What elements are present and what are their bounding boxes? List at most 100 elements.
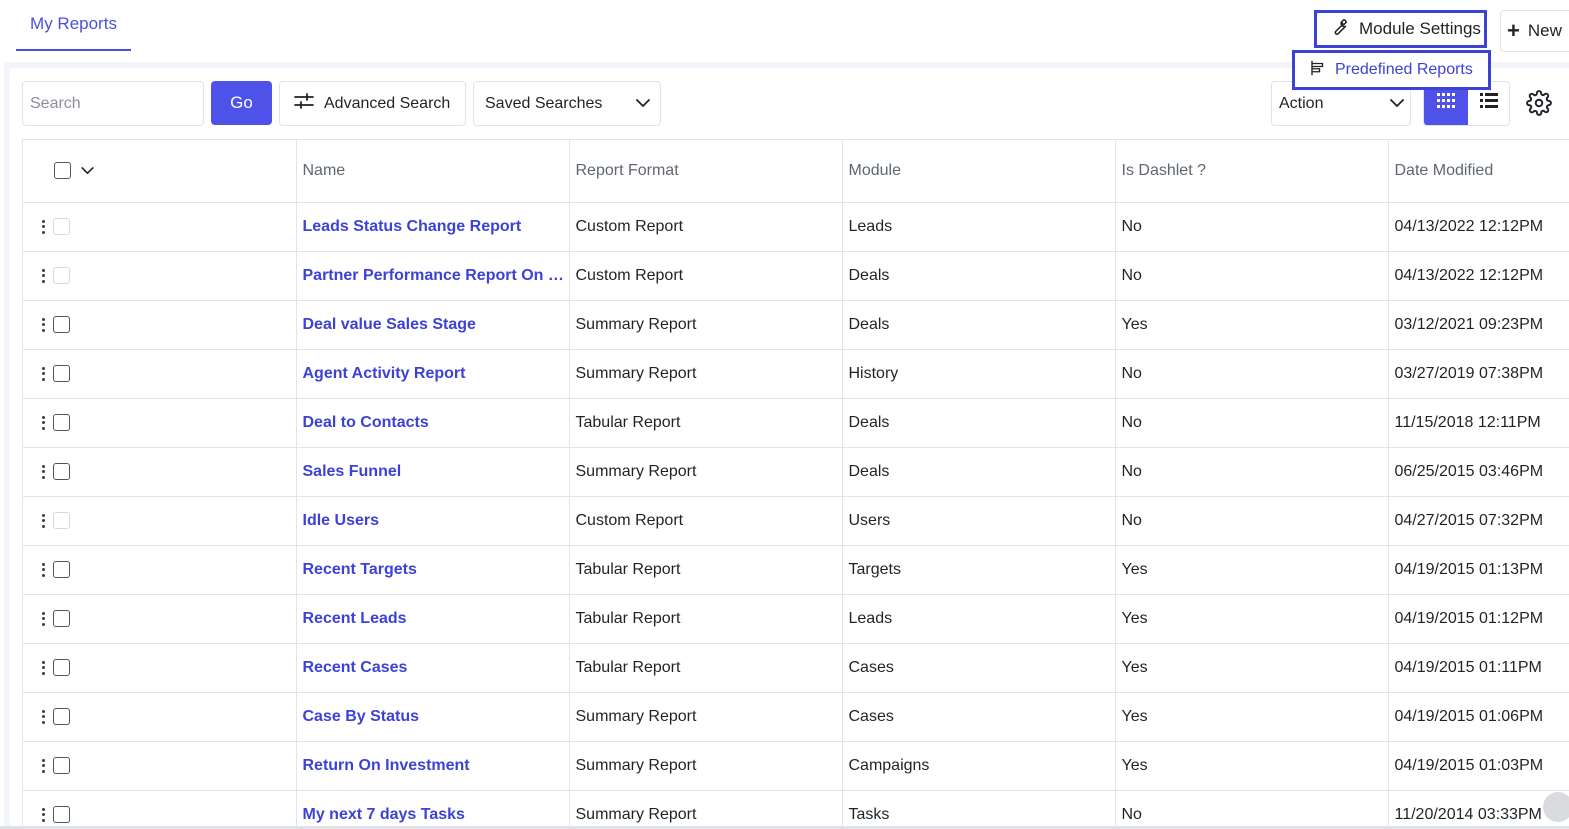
report-name-text[interactable]: My next 7 days Tasks bbox=[303, 806, 465, 823]
report-name-text[interactable]: Deal value Sales Stage bbox=[303, 316, 476, 333]
module-cell: Cases bbox=[842, 643, 1116, 693]
report-name-text[interactable]: Agent Activity Report bbox=[303, 365, 466, 382]
kebab-menu-icon[interactable] bbox=[39, 415, 47, 431]
row-checkbox[interactable] bbox=[53, 806, 70, 823]
report-name-link[interactable]: Deal to Contacts bbox=[296, 398, 570, 448]
kebab-menu-icon[interactable] bbox=[39, 758, 47, 774]
report-name-link[interactable]: Sales Funnel bbox=[296, 447, 570, 497]
column-header-is-dashlet[interactable]: Is Dashlet ? bbox=[1115, 140, 1389, 203]
row-checkbox[interactable] bbox=[53, 561, 70, 578]
kebab-menu-icon[interactable] bbox=[39, 366, 47, 382]
row-checkbox[interactable] bbox=[53, 316, 70, 333]
module-cell: Deals bbox=[842, 398, 1116, 448]
report-format-cell: Summary Report bbox=[569, 790, 843, 829]
report-name-link[interactable]: Recent Leads bbox=[296, 594, 570, 644]
module-settings-button[interactable]: Module Settings bbox=[1314, 10, 1487, 48]
report-format-cell: Summary Report bbox=[569, 692, 843, 742]
report-name-text[interactable]: Deal to Contacts bbox=[303, 414, 429, 431]
report-name-link[interactable]: Leads Status Change Report bbox=[296, 202, 570, 252]
row-checkbox bbox=[53, 267, 70, 284]
go-button[interactable]: Go bbox=[211, 81, 272, 125]
column-header-report-format[interactable]: Report Format bbox=[569, 140, 843, 203]
select-all-checkbox[interactable] bbox=[54, 162, 71, 180]
module-cell: Campaigns bbox=[842, 741, 1116, 791]
row-select-cell bbox=[23, 300, 297, 350]
sliders-icon bbox=[294, 92, 314, 115]
table-row[interactable]: Recent Targets Tabular Report Targets Ye… bbox=[23, 545, 1569, 595]
kebab-menu-icon[interactable] bbox=[39, 611, 47, 627]
is-dashlet-cell: No bbox=[1115, 398, 1389, 448]
report-format-cell: Tabular Report bbox=[569, 594, 843, 644]
report-name-link[interactable]: My next 7 days Tasks bbox=[296, 790, 570, 829]
search-input[interactable] bbox=[22, 81, 204, 126]
date-modified-cell: 04/13/2022 12:12PM bbox=[1388, 202, 1569, 252]
row-checkbox[interactable] bbox=[53, 463, 70, 480]
kebab-menu-icon[interactable] bbox=[39, 660, 47, 676]
column-header-name[interactable]: Name bbox=[296, 140, 570, 203]
table-row[interactable]: Return On Investment Summary Report Camp… bbox=[23, 741, 1569, 791]
advanced-search-button[interactable]: Advanced Search bbox=[279, 81, 466, 126]
table-row[interactable]: Leads Status Change Report Custom Report… bbox=[23, 202, 1569, 252]
table-row[interactable]: Case By Status Summary Report Cases Yes … bbox=[23, 692, 1569, 742]
report-name-link[interactable]: Return On Investment bbox=[296, 741, 570, 791]
column-header-module[interactable]: Module bbox=[842, 140, 1116, 203]
report-name-link[interactable]: Recent Cases bbox=[296, 643, 570, 693]
report-name-text[interactable]: Return On Investment bbox=[303, 757, 470, 774]
predefined-reports-menu-item[interactable]: Predefined Reports bbox=[1292, 50, 1491, 90]
gear-icon[interactable] bbox=[1525, 89, 1553, 117]
row-checkbox[interactable] bbox=[53, 659, 70, 676]
report-name-text[interactable]: Case By Status bbox=[303, 708, 420, 725]
new-button[interactable]: + New bbox=[1500, 10, 1569, 52]
table-row[interactable]: Deal to Contacts Tabular Report Deals No… bbox=[23, 398, 1569, 448]
chevron-down-icon[interactable] bbox=[81, 162, 94, 180]
date-modified-cell: 04/19/2015 01:03PM bbox=[1388, 741, 1569, 791]
report-name-link[interactable]: Agent Activity Report bbox=[296, 349, 570, 399]
kebab-menu-icon[interactable] bbox=[39, 513, 47, 529]
report-name-text[interactable]: Partner Performance Report On Deals bbox=[303, 267, 569, 284]
report-name-link[interactable]: Partner Performance Report On Deals bbox=[296, 251, 570, 301]
kebab-menu-icon[interactable] bbox=[39, 464, 47, 480]
report-name-text[interactable]: Recent Targets bbox=[303, 561, 417, 578]
tab-my-reports[interactable]: My Reports bbox=[16, 0, 131, 51]
kebab-menu-icon[interactable] bbox=[39, 317, 47, 333]
is-dashlet-cell: Yes bbox=[1115, 594, 1389, 644]
report-name-link[interactable]: Deal value Sales Stage bbox=[296, 300, 570, 350]
table-row[interactable]: Agent Activity Report Summary Report His… bbox=[23, 349, 1569, 399]
table-row[interactable]: My next 7 days Tasks Summary Report Task… bbox=[23, 790, 1569, 829]
kebab-menu-icon[interactable] bbox=[39, 562, 47, 578]
report-name-link[interactable]: Idle Users bbox=[296, 496, 570, 546]
table-row[interactable]: Partner Performance Report On Deals Cust… bbox=[23, 251, 1569, 301]
table-row[interactable]: Recent Cases Tabular Report Cases Yes 04… bbox=[23, 643, 1569, 693]
report-name-text[interactable]: Recent Leads bbox=[303, 610, 407, 627]
report-name-text[interactable]: Recent Cases bbox=[303, 659, 408, 676]
is-dashlet-cell: Yes bbox=[1115, 545, 1389, 595]
kebab-menu-icon[interactable] bbox=[39, 219, 47, 235]
row-checkbox[interactable] bbox=[53, 708, 70, 725]
select-all-header bbox=[23, 140, 297, 203]
report-name-link[interactable]: Case By Status bbox=[296, 692, 570, 742]
row-select-cell bbox=[23, 643, 297, 693]
scroll-indicator[interactable] bbox=[1543, 792, 1569, 822]
row-checkbox[interactable] bbox=[53, 365, 70, 382]
row-checkbox[interactable] bbox=[53, 757, 70, 774]
kebab-menu-icon[interactable] bbox=[39, 807, 47, 823]
kebab-menu-icon[interactable] bbox=[39, 709, 47, 725]
report-name-text[interactable]: Leads Status Change Report bbox=[303, 218, 522, 235]
date-modified-cell: 04/27/2015 07:32PM bbox=[1388, 496, 1569, 546]
kebab-menu-icon[interactable] bbox=[39, 268, 47, 284]
saved-searches-select[interactable]: Saved Searches bbox=[473, 81, 661, 126]
report-name-text[interactable]: Idle Users bbox=[303, 512, 379, 529]
table-row[interactable]: Recent Leads Tabular Report Leads Yes 04… bbox=[23, 594, 1569, 644]
saved-searches-label: Saved Searches bbox=[485, 94, 603, 112]
reports-table-container: Name Report Format Module Is Dashlet ? D… bbox=[22, 139, 1569, 829]
report-name-text[interactable]: Sales Funnel bbox=[303, 463, 402, 480]
report-name-link[interactable]: Recent Targets bbox=[296, 545, 570, 595]
date-modified-cell: 06/25/2015 03:46PM bbox=[1388, 447, 1569, 497]
row-checkbox[interactable] bbox=[53, 610, 70, 627]
table-row[interactable]: Deal value Sales Stage Summary Report De… bbox=[23, 300, 1569, 350]
row-checkbox[interactable] bbox=[53, 414, 70, 431]
column-header-date-modified[interactable]: Date Modified bbox=[1388, 140, 1569, 203]
table-row[interactable]: Sales Funnel Summary Report Deals No 06/… bbox=[23, 447, 1569, 497]
table-row[interactable]: Idle Users Custom Report Users No 04/27/… bbox=[23, 496, 1569, 546]
row-select-cell bbox=[23, 398, 297, 448]
